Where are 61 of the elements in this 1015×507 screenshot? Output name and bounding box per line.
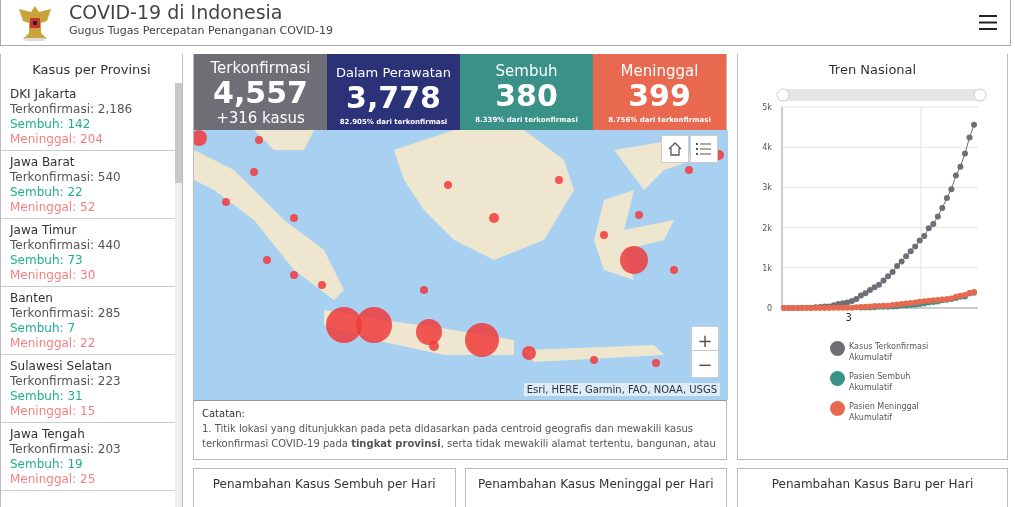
stat-subtext: +316 kasus: [216, 109, 305, 127]
range-slider[interactable]: [776, 88, 986, 102]
chart-panel-title: Penambahan Kasus Meninggal per Hari: [464, 468, 727, 507]
stat-label: Meninggal: [620, 62, 699, 80]
stat-value: 4,557: [213, 77, 308, 109]
stat-value: 380: [495, 80, 558, 112]
legend-label: Kasus Terkonfirmasi Akumulatif: [849, 341, 930, 363]
axis-label: 3: [844, 312, 852, 323]
province-name: Sulawesi Selatan: [10, 359, 113, 374]
notes-title: Catatan:: [202, 407, 246, 421]
stat-value: 399: [628, 80, 691, 112]
confirmed-count: Terkonfirmasi: 2,186: [10, 102, 134, 117]
map-drawing[interactable]: [194, 130, 728, 400]
axis-label: 0: [766, 304, 772, 313]
stat-label: Terkonfirmasi: [210, 59, 311, 77]
chart-panel-title: Penambahan Kasus Baru per Hari: [737, 468, 1008, 507]
confirmed-count: Terkonfirmasi: 540: [10, 170, 122, 185]
zoom-out-button[interactable]: −: [691, 350, 719, 378]
confirmed-count: Terkonfirmasi: 203: [10, 442, 122, 457]
confirmed-count: Terkonfirmasi: 440: [10, 238, 122, 253]
chart-panel-title: Penambahan Kasus Sembuh per Hari: [193, 468, 456, 507]
province-name: Jawa Tengah: [10, 427, 86, 442]
notes-text: 1. Titik lokasi yang ditunjukkan pada peta didasarkan pada centroid geografis dan mewakili kasus terkonfirmasi COVID-19 pada tingkat provinsi, serta tidak mewakili alamat tertentu, bangunan, atau: [202, 422, 717, 451]
list-icon: [696, 142, 712, 156]
stat-label: Dalam Perawatan: [336, 64, 451, 82]
death-count: Meninggal: 15: [10, 404, 97, 419]
death-count: Meninggal: 25: [10, 472, 97, 487]
legend-label: Pasien Meninggal Akumulatif: [849, 401, 920, 423]
axis-label: 5k: [761, 103, 772, 112]
stat-label: Sembuh: [495, 62, 558, 80]
page-title: COVID-19 di Indonesia: [69, 0, 284, 24]
axis-label: 3k: [761, 183, 772, 193]
confirmed-count: Terkonfirmasi: 223: [10, 374, 122, 389]
recovered-count: Sembuh: 73: [10, 253, 84, 268]
province-name: Jawa Timur: [10, 223, 78, 238]
axis-label: 4k: [761, 143, 772, 153]
recovered-count: Sembuh: 31: [10, 389, 84, 404]
confirmed-count: Terkonfirmasi: 285: [10, 306, 122, 321]
axis-label: 2k: [761, 223, 772, 233]
axis-label: 1k: [761, 263, 772, 273]
province-name: Banten: [10, 291, 54, 306]
death-count: Meninggal: 22: [10, 336, 97, 351]
home-icon: [667, 141, 683, 157]
scrollbar[interactable]: [175, 83, 182, 507]
recovered-count: Sembuh: 19: [10, 457, 84, 472]
panel-title: Tren Nasional: [828, 61, 917, 79]
recovered-count: Sembuh: 7: [10, 321, 76, 336]
death-count: Meninggal: 52: [10, 200, 97, 215]
death-count: Meninggal: 204: [10, 132, 104, 147]
map-attribution: Esri, HERE, Garmin, FAO, NOAA, USGS: [523, 383, 720, 396]
legend-label: Pasien Sembuh Akumulatif: [849, 371, 912, 393]
recovered-count: Sembuh: 22: [10, 185, 84, 200]
home-button[interactable]: [661, 135, 689, 163]
panel-title: Kasus per Provinsi: [31, 61, 152, 79]
province-name: Jawa Barat: [10, 155, 76, 170]
stat-value: 3,778: [346, 82, 441, 114]
province-name: DKI Jakarta: [10, 87, 78, 102]
page-subtitle: Gugus Tugas Percepatan Penanganan COVID-19: [69, 24, 334, 37]
death-count: Meninggal: 30: [10, 268, 97, 283]
recovered-count: Sembuh: 142: [10, 117, 92, 132]
legend-list-button[interactable]: [690, 135, 718, 163]
